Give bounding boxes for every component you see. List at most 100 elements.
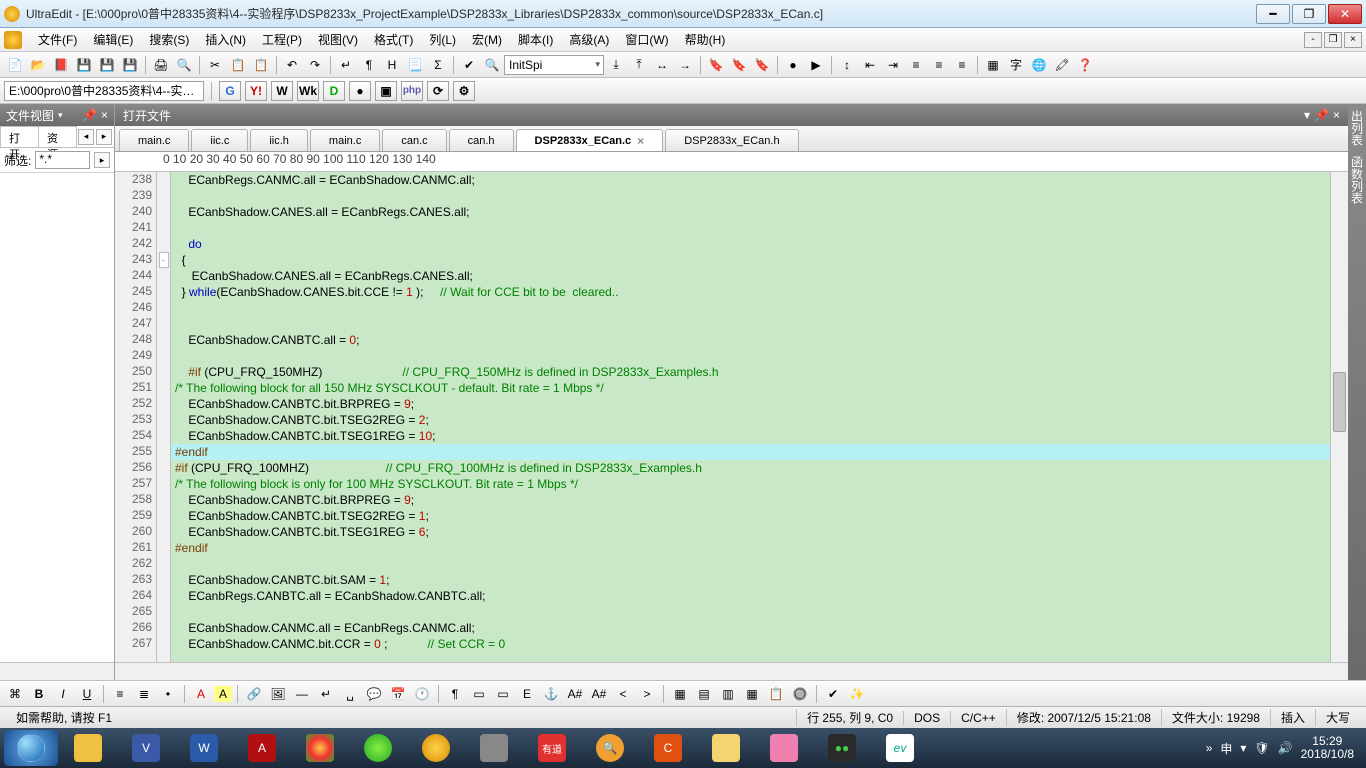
task-ultraedit[interactable] [408, 730, 464, 766]
replace-icon[interactable]: ↔ [651, 54, 673, 76]
code-line[interactable] [171, 316, 1330, 332]
encoding-icon[interactable]: 字 [1005, 54, 1027, 76]
fold-toggle-icon[interactable]: - [159, 252, 169, 268]
tr-icon[interactable]: ▤ [693, 683, 715, 705]
highlight-icon[interactable]: 🖍 [1051, 54, 1073, 76]
openfiles-close-icon[interactable]: × [1333, 108, 1340, 122]
file-tab[interactable]: DSP2833x_ECan.h [665, 129, 798, 151]
filter-input[interactable]: *.* [35, 151, 90, 169]
editor[interactable]: 2382392402412422432442452462472482492502… [115, 172, 1348, 662]
play-macro-icon[interactable]: ▶ [805, 54, 827, 76]
task-word[interactable]: W [176, 730, 232, 766]
tab-close-icon[interactable]: × [637, 134, 644, 148]
code-line[interactable] [171, 188, 1330, 204]
sort-icon[interactable]: ↕ [836, 54, 858, 76]
task-explorer[interactable] [60, 730, 116, 766]
menu-edit[interactable]: 编辑(E) [85, 29, 141, 50]
opentag-icon[interactable]: < [612, 683, 634, 705]
record-macro-icon[interactable]: ● [782, 54, 804, 76]
copy-icon[interactable]: 📋 [227, 54, 249, 76]
maximize-button[interactable]: ❐ [1292, 4, 1326, 24]
tray-ime-arrow-icon[interactable]: ▾ [1240, 741, 1246, 755]
menu-format[interactable]: 格式(T) [366, 29, 421, 50]
link-icon[interactable]: 🔗 [243, 683, 265, 705]
side-panel-dropdown-icon[interactable]: ▾ [58, 110, 63, 121]
task-360[interactable] [350, 730, 406, 766]
code-line[interactable]: ECanbShadow.CANES.all = ECanbRegs.CANES.… [171, 268, 1330, 284]
menu-script[interactable]: 脚本(I) [510, 29, 561, 50]
indent-right-icon[interactable]: ⇥ [882, 54, 904, 76]
code-line[interactable]: ECanbShadow.CANMC.bit.CCR = 0 ; // Set C… [171, 636, 1330, 652]
wordwrap-icon[interactable]: ↵ [335, 54, 357, 76]
menu-search[interactable]: 搜索(S) [141, 29, 197, 50]
save-all-icon[interactable]: 💾 [119, 54, 141, 76]
task-everything[interactable]: 🔍 [582, 730, 638, 766]
filter-go-icon[interactable]: ▸ [94, 152, 110, 168]
li-icon[interactable]: • [157, 683, 179, 705]
undo-icon[interactable]: ↶ [281, 54, 303, 76]
system-tray[interactable]: » 申 ▾ 🛡 🔊 15:29 2018/10/8 [1206, 735, 1362, 761]
new-file-icon[interactable]: 📄 [4, 54, 26, 76]
web-preview-icon[interactable]: 🌐 [1028, 54, 1050, 76]
tray-chevron-icon[interactable]: » [1206, 741, 1213, 755]
ah-icon[interactable]: A# [564, 683, 586, 705]
start-button[interactable] [4, 730, 58, 766]
span-icon[interactable]: ▭ [492, 683, 514, 705]
find-next-icon[interactable]: ⤓ [605, 54, 627, 76]
bookmark-icon[interactable]: 🔖 [705, 54, 727, 76]
task-acrobat[interactable]: A [234, 730, 290, 766]
nbsp-icon[interactable]: ␣ [339, 683, 361, 705]
menu-view[interactable]: 视图(V) [310, 29, 366, 50]
openfiles-pin-icon[interactable]: 📌 [1314, 108, 1329, 122]
side-panel-pin-icon[interactable]: 📌 [82, 108, 97, 122]
spellcheck-icon[interactable]: ✔ [458, 54, 480, 76]
php-icon[interactable]: php [401, 81, 423, 101]
task-folder[interactable] [698, 730, 754, 766]
task-ccleaner[interactable]: C [640, 730, 696, 766]
horizontal-scrollbar[interactable] [115, 662, 1348, 680]
form-icon[interactable]: 📋 [765, 683, 787, 705]
code-line[interactable]: /* The following block is only for 100 M… [171, 476, 1330, 492]
wikipedia-icon[interactable]: W [271, 81, 293, 101]
validate-icon[interactable]: ✔ [822, 683, 844, 705]
right-strip-funclist[interactable]: 函数列表 [1349, 156, 1366, 204]
code-line[interactable]: ECanbShadow.CANES.all = ECanbRegs.CANES.… [171, 204, 1330, 220]
task-ev[interactable]: ev [872, 730, 928, 766]
image-icon[interactable]: 🖼 [267, 683, 289, 705]
insert-page-icon[interactable]: 📃 [404, 54, 426, 76]
column-mode-icon[interactable]: ▦ [982, 54, 1004, 76]
save-icon[interactable]: 💾 [73, 54, 95, 76]
code-line[interactable]: ECanbShadow.CANBTC.bit.TSEG1REG = 6; [171, 524, 1330, 540]
bookmark-prev-icon[interactable]: 🔖 [751, 54, 773, 76]
file-tab[interactable]: iic.h [250, 129, 308, 151]
sidetab-next-icon[interactable]: ▸ [96, 129, 112, 145]
minimize-button[interactable]: ━ [1256, 4, 1290, 24]
scroll-thumb[interactable] [1333, 372, 1346, 432]
code-line[interactable] [171, 604, 1330, 620]
find-prev-icon[interactable]: ⤒ [628, 54, 650, 76]
close-button[interactable]: ✕ [1328, 4, 1362, 24]
table-icon[interactable]: ▦ [669, 683, 691, 705]
print-preview-icon[interactable]: 🔍 [173, 54, 195, 76]
print-icon[interactable]: 🖨 [150, 54, 172, 76]
code-line[interactable] [171, 220, 1330, 236]
td-icon[interactable]: ▥ [717, 683, 739, 705]
side-panel-close-icon[interactable]: × [101, 108, 108, 122]
menu-file[interactable]: 文件(F) [30, 29, 85, 50]
find-icon[interactable]: 🔍 [481, 54, 503, 76]
right-strip[interactable]: 出列表 函数列表 [1348, 104, 1366, 680]
close-file-icon[interactable]: 📕 [50, 54, 72, 76]
file-tree[interactable] [0, 173, 114, 662]
code-line[interactable]: ECanbShadow.CANBTC.bit.SAM = 1; [171, 572, 1330, 588]
yahoo-icon[interactable]: Y! [245, 81, 267, 101]
ue-icon[interactable]: ● [349, 81, 371, 101]
em-icon[interactable]: E [516, 683, 538, 705]
code-area[interactable]: ECanbRegs.CANMC.all = ECanbShadow.CANMC.… [171, 172, 1330, 662]
find-combo[interactable]: InitSpi [504, 55, 604, 75]
hex-icon[interactable]: H [381, 54, 403, 76]
sidetab-prev-icon[interactable]: ◂ [78, 129, 94, 145]
code-line[interactable]: ECanbShadow.CANBTC.bit.TSEG1REG = 10; [171, 428, 1330, 444]
file-tab[interactable]: DSP2833x_ECan.c× [516, 129, 664, 151]
menu-column[interactable]: 列(L) [421, 29, 464, 50]
tray-volume-icon[interactable]: 🔊 [1278, 741, 1293, 755]
